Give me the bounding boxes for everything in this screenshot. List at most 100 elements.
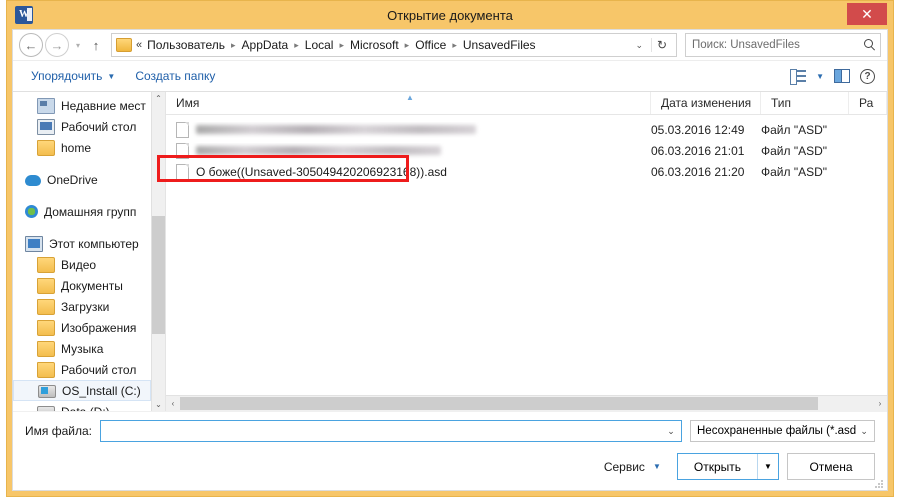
hscrollbar-track[interactable] [180,397,873,410]
scroll-right-icon[interactable]: › [873,399,887,408]
hscrollbar-thumb[interactable] [180,397,818,410]
table-row[interactable]: 05.03.2016 12:49 Файл "ASD" [166,119,887,140]
file-name-cell [166,142,651,159]
scrollbar-thumb[interactable] [152,216,165,334]
sidebar-item-видео[interactable]: Видео [13,254,151,275]
address-bar: ← → ▾ ↑ « Пользователь ▸ AppData ▸ Local… [13,30,887,60]
cancel-button[interactable]: Отмена [787,453,875,480]
sidebar-item-label: Изображения [61,320,137,335]
view-options-icon[interactable] [790,69,807,85]
table-row[interactable]: 06.03.2016 21:01 Файл "ASD" [166,140,887,161]
column-header-type[interactable]: Тип [761,92,849,114]
help-icon[interactable]: ? [860,68,875,84]
new-folder-button[interactable]: Создать папку [125,69,225,83]
breadcrumb-item-1[interactable]: AppData [241,38,290,52]
file-type-cell: Файл "ASD" [761,143,828,158]
search-box[interactable] [685,33,881,57]
open-button[interactable]: Открыть ▼ [676,453,779,480]
breadcrumb[interactable]: « Пользователь ▸ AppData ▸ Local ▸ Micro… [111,33,677,57]
column-header-date[interactable]: Дата изменения [651,92,761,114]
sidebar-item-onedrive[interactable]: OneDrive [13,169,151,190]
breadcrumb-overflow-icon[interactable]: « [136,39,142,51]
sidebar-item-рабочий-стол[interactable]: Рабочий стол [13,359,151,380]
breadcrumb-dropdown-icon[interactable]: ⌄ [629,40,649,51]
sidebar-item-label: Рабочий стол [61,362,137,377]
sidebar-item-документы[interactable]: Документы [13,275,151,296]
column-header-name[interactable]: Имя ▲ [166,92,651,114]
breadcrumb-item-4[interactable]: Office [414,38,447,52]
sidebar-item-домашняя-групп[interactable]: Домашняя групп [13,201,151,222]
sidebar-item-изображения[interactable]: Изображения [13,317,151,338]
sidebar-item-label: home [61,140,92,155]
column-headers: Имя ▲ Дата изменения Тип Ра [166,92,887,115]
sidebar-item-label: Недавние мест [61,98,146,113]
file-name-cell [166,121,651,138]
sidebar-item-загрузки[interactable]: Загрузки [13,296,151,317]
filename-row: Имя файла: ⌄ Несохраненные файлы (*.asd)… [25,420,875,442]
organize-button[interactable]: Упорядочить ▼ [21,69,125,83]
scrollbar-track[interactable] [152,105,165,398]
breadcrumb-item-2[interactable]: Local [304,38,335,52]
refresh-icon[interactable]: ↻ [651,38,672,52]
resize-grip[interactable] [875,480,884,489]
drive-icon [37,406,55,411]
sidebar-scrollbar[interactable]: ⌃ ⌄ [151,92,165,411]
document-file-icon [176,142,189,159]
sidebar-item-label: OS_Install (C:) [62,383,141,398]
redacted-file-name [196,146,441,155]
search-input[interactable] [690,38,864,52]
breadcrumb-item-5[interactable]: UnsavedFiles [462,38,537,52]
sidebar-item-os-install-c[interactable]: OS_Install (C:) [13,380,151,401]
open-dropdown-icon[interactable]: ▼ [757,454,778,479]
folder-icon [37,319,55,336]
dialog-footer: Имя файла: ⌄ Несохраненные файлы (*.asd)… [13,411,887,490]
sort-ascending-icon: ▲ [406,93,414,102]
chevron-down-icon[interactable]: ⌄ [663,426,679,437]
scroll-up-icon[interactable]: ⌃ [152,92,165,105]
breadcrumb-item-0[interactable]: Пользователь [146,38,226,52]
filename-label: Имя файла: [25,424,92,438]
file-browser: Имя ▲ Дата изменения Тип Ра 05.03.2016 1… [166,92,887,411]
preview-pane-icon[interactable] [834,69,850,83]
column-header-size[interactable]: Ра [849,92,887,114]
sidebar-item-рабочий-стол[interactable]: Рабочий стол [13,116,151,137]
drive-windows-icon [38,385,56,398]
sidebar-item-data-d[interactable]: Data (D:) [13,401,151,411]
sidebar-item-home[interactable]: home [13,137,151,158]
sidebar-item-label: Data (D:) [61,405,110,412]
folder-icon [37,340,55,357]
file-date-cell: 06.03.2016 21:20 [651,164,745,179]
filename-field[interactable]: ⌄ [99,420,682,442]
onedrive-icon [25,175,41,186]
open-label: Открыть [693,459,741,474]
filename-input[interactable] [105,423,663,439]
file-list-hscrollbar[interactable]: ‹ › [166,395,887,411]
toolbar-right-group: ▼ ? [790,68,879,85]
document-file-icon [176,121,189,138]
organize-label: Упорядочить [31,69,103,83]
close-icon[interactable]: ✕ [847,3,887,25]
sidebar-item-недавние-мест[interactable]: Недавние мест [13,95,151,116]
table-row[interactable]: О боже((Unsaved-305049420206923168)).asd… [166,161,887,182]
breadcrumb-item-3[interactable]: Microsoft [349,38,400,52]
title-bar: W Открытие документа ✕ [7,1,893,29]
recent-places-icon [37,97,55,114]
chevron-down-icon[interactable]: ▾ [71,41,85,50]
desktop-icon [37,118,55,135]
document-file-icon [176,163,189,180]
tools-button[interactable]: Сервис ▼ [596,457,669,477]
forward-button[interactable]: → [45,33,69,57]
chevron-down-icon[interactable]: ⌄ [856,426,872,437]
sidebar-item-этот-компьютер[interactable]: Этот компьютер [13,233,151,254]
file-type-cell: Файл "ASD" [761,122,828,137]
file-type-filter[interactable]: Несохраненные файлы (*.asd) ⌄ [690,420,875,442]
scroll-down-icon[interactable]: ⌄ [152,398,165,411]
scroll-left-icon[interactable]: ‹ [166,399,180,408]
back-button[interactable]: ← [19,33,43,57]
chevron-down-icon[interactable]: ▼ [816,72,824,81]
folder-icon [37,277,55,294]
sidebar-item-label: OneDrive [47,172,98,187]
file-type-cell: Файл "ASD" [761,164,828,179]
sidebar-item-музыка[interactable]: Музыка [13,338,151,359]
up-button[interactable]: ↑ [87,38,105,53]
